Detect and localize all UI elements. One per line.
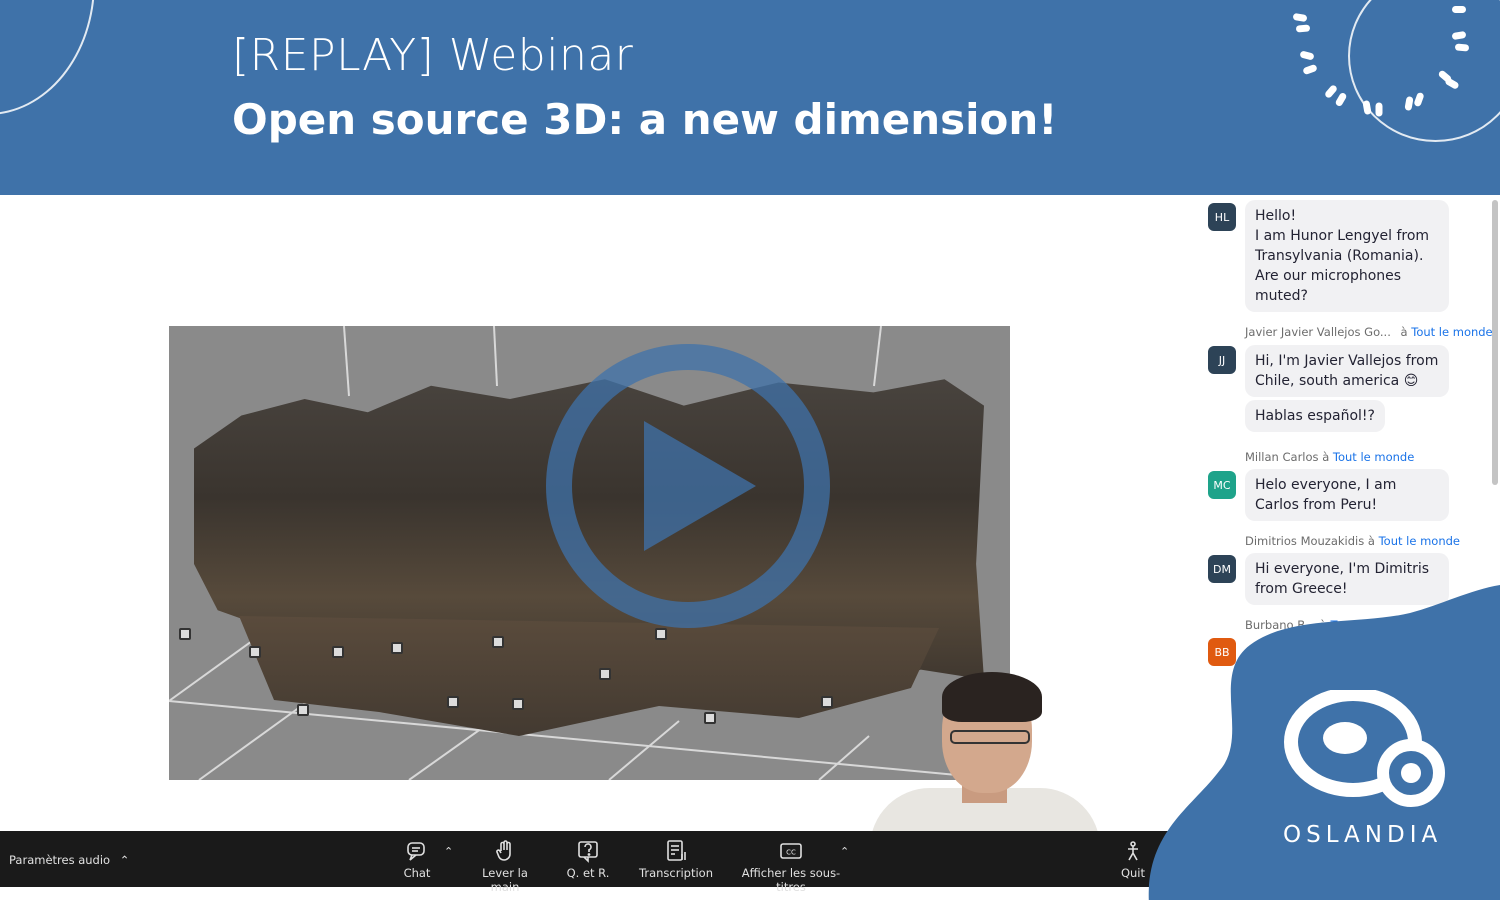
decorative-dash	[1295, 24, 1311, 33]
sender-name: Millan Carlos	[1245, 450, 1319, 464]
chevron-up-icon: ⌃	[119, 853, 130, 867]
transcript-button[interactable]: Transcription	[638, 839, 714, 880]
svg-text:CC: CC	[786, 849, 796, 857]
decorative-dash	[1292, 12, 1308, 23]
audio-settings-button[interactable]: Paramètres audio ⌃	[9, 853, 129, 867]
sender-name: Dimitrios Mouzakidis	[1245, 534, 1365, 548]
chat-message: Hablas español!?	[1245, 400, 1385, 432]
target-marker	[447, 696, 459, 708]
target-marker	[512, 698, 524, 710]
webinar-replay-page: [REPLAY] Webinar Open source 3D: a new d…	[0, 0, 1500, 900]
target-marker	[297, 704, 309, 716]
recipient-link[interactable]: Tout le monde	[1333, 450, 1414, 464]
chevron-up-icon[interactable]: ⌃	[840, 845, 849, 858]
target-marker	[655, 628, 667, 640]
chat-button[interactable]: Chat	[398, 839, 436, 880]
target-marker	[332, 646, 344, 658]
presenter-glasses	[950, 730, 1030, 744]
chat-icon	[407, 842, 425, 861]
target-marker	[492, 636, 504, 648]
avatar: DM	[1208, 555, 1236, 583]
sender-to-prefix: à	[1367, 534, 1375, 548]
play-icon[interactable]	[644, 421, 756, 551]
chat-sender: Dimitrios Mouzakidis à Tout le monde	[1245, 534, 1460, 548]
brand-name: OSLANDIA	[1283, 822, 1443, 848]
decorative-dash	[1452, 6, 1466, 13]
sender-name: Javier Javier Vallejos Go...	[1245, 325, 1391, 339]
decorative-arc	[0, 0, 95, 115]
sender-to-prefix: à	[1400, 325, 1408, 339]
recipient-link[interactable]: Tout le monde	[1411, 325, 1492, 339]
replay-label: [REPLAY] Webinar	[232, 30, 634, 81]
qa-button[interactable]: Q. et R.	[566, 839, 610, 880]
webinar-title: Open source 3D: a new dimension!	[232, 95, 1058, 144]
subtitles-label: Afficher les sous-titres	[741, 866, 841, 894]
transcript-label: Transcription	[639, 866, 713, 880]
target-marker	[179, 628, 191, 640]
chat-label: Chat	[403, 866, 431, 880]
decorative-dash	[1299, 50, 1315, 61]
avatar: MC	[1208, 471, 1236, 499]
presenter-hair	[942, 672, 1042, 722]
decorative-dash	[1334, 91, 1348, 108]
closed-captions-icon: CC	[780, 843, 802, 859]
hand-icon	[496, 840, 511, 861]
chat-sender: Javier Javier Vallejos Go... à Tout le m…	[1245, 325, 1493, 339]
decorative-circle	[1348, 0, 1500, 142]
decorative-dash	[1375, 102, 1383, 117]
target-marker	[599, 668, 611, 680]
chat-message: Hi, I'm Javier Vallejos from Chile, sout…	[1245, 345, 1449, 397]
chat-sender: Millan Carlos à Tout le monde	[1245, 450, 1414, 464]
chevron-up-icon[interactable]: ⌃	[444, 845, 453, 858]
presenter-webcam	[870, 668, 1100, 833]
header-banner: [REPLAY] Webinar Open source 3D: a new d…	[0, 0, 1500, 195]
decorative-dash	[1323, 83, 1339, 100]
target-marker	[249, 646, 261, 658]
target-marker	[704, 712, 716, 724]
subtitles-button[interactable]: CC Afficher les sous-titres	[730, 839, 852, 894]
audio-settings-label: Paramètres audio	[9, 853, 111, 867]
target-marker	[821, 696, 833, 708]
chat-scrollbar[interactable]	[1492, 200, 1498, 485]
recipient-link[interactable]: Tout le monde	[1379, 534, 1460, 548]
sender-to-prefix: à	[1322, 450, 1330, 464]
chat-message: Hello! I am Hunor Lengyel from Transylva…	[1245, 200, 1449, 312]
chat-message: Helo everyone, I am Carlos from Peru!	[1245, 469, 1449, 521]
decorative-dash	[1302, 63, 1318, 76]
target-marker	[391, 642, 403, 654]
question-icon	[578, 841, 598, 863]
decorative-dash	[1454, 43, 1470, 52]
transcript-icon	[667, 840, 686, 861]
qa-label: Q. et R.	[566, 866, 610, 880]
avatar: HL	[1208, 203, 1236, 231]
raise-hand-label: Lever la main	[482, 866, 528, 894]
avatar: JJ	[1208, 346, 1236, 374]
raise-hand-button[interactable]: Lever la main	[466, 839, 544, 894]
